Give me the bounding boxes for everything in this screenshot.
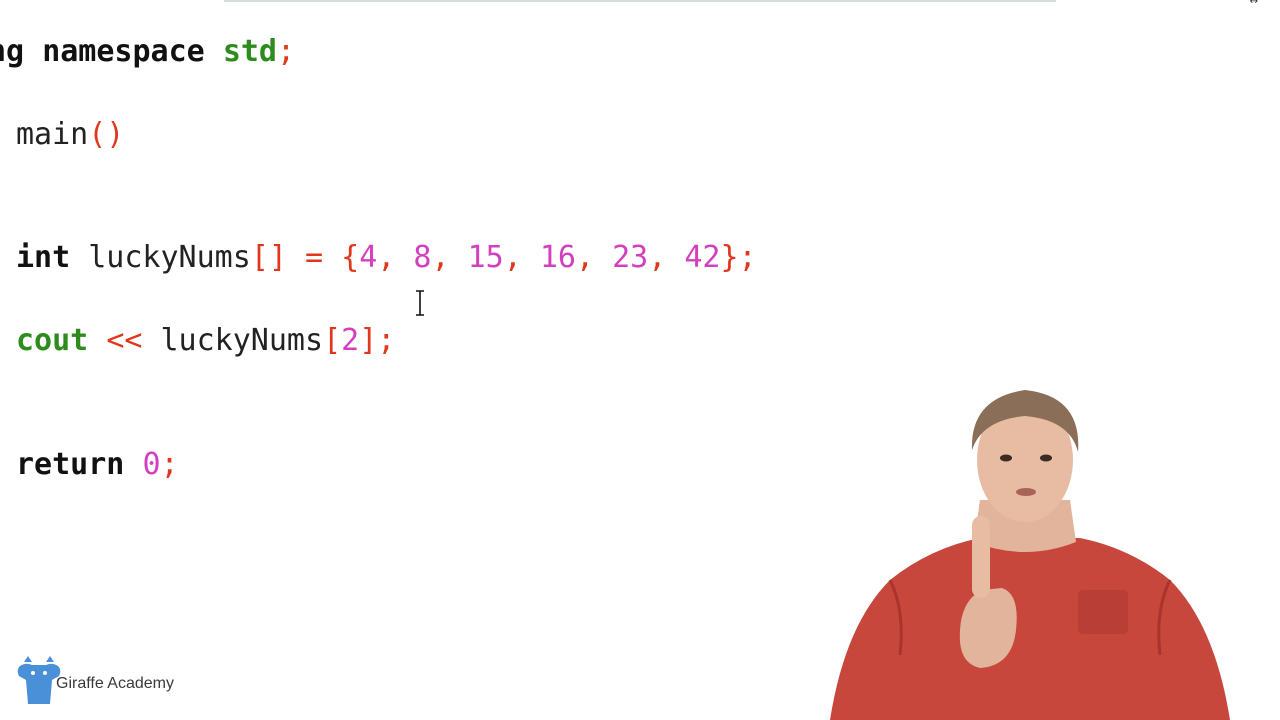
code-token: 8	[413, 240, 432, 275]
code-token: ,	[648, 240, 685, 275]
code-token: ()	[88, 117, 125, 152]
code-token: 0	[142, 447, 161, 482]
code-token: [] = {	[250, 240, 360, 275]
code-token: 16	[539, 240, 576, 275]
code-token: luckyNums	[160, 323, 324, 358]
code-token: };	[720, 240, 757, 275]
code-token: 15	[467, 240, 504, 275]
code-line-cout-statement[interactable]: cout << luckyNums[2];	[16, 323, 395, 359]
presenter-video-overlay	[830, 390, 1230, 720]
code-editor[interactable]: ng namespace std; main() int luckyNums[]…	[0, 0, 960, 560]
code-line-return-statement[interactable]: return 0;	[16, 447, 179, 483]
watermark-label: Giraffe Academy	[56, 675, 174, 692]
code-token: ;	[277, 34, 296, 69]
code-token: ,	[431, 240, 468, 275]
code-token: 4	[359, 240, 378, 275]
code-token: ng	[0, 34, 25, 69]
resize-arrows-icon[interactable]: ↔	[1250, 0, 1258, 7]
code-token: ];	[359, 323, 396, 358]
code-token: main	[16, 117, 89, 152]
code-token: 42	[684, 240, 721, 275]
code-line-using-namespace[interactable]: ng namespace std;	[0, 34, 295, 70]
code-token: return	[16, 447, 143, 482]
code-token: int	[16, 240, 89, 275]
code-line-main-signature[interactable]: main()	[16, 117, 124, 153]
code-token: 23	[612, 240, 649, 275]
code-token: ;	[160, 447, 179, 482]
text-cursor-icon	[416, 290, 424, 316]
code-token: [	[323, 323, 342, 358]
code-token: luckyNums	[88, 240, 251, 275]
channel-watermark: Giraffe Academy	[16, 656, 174, 706]
code-token: ,	[575, 240, 613, 275]
code-token: namespace	[42, 34, 223, 69]
code-token: 2	[341, 323, 360, 358]
code-token: ,	[503, 240, 540, 275]
code-line-array-declaration[interactable]: int luckyNums[] = {4, 8, 15, 16, 23, 42}…	[16, 240, 757, 276]
code-token: std	[222, 34, 277, 69]
code-token: ,	[377, 240, 414, 275]
code-token: <<	[106, 323, 161, 358]
code-token: cout	[16, 323, 107, 358]
